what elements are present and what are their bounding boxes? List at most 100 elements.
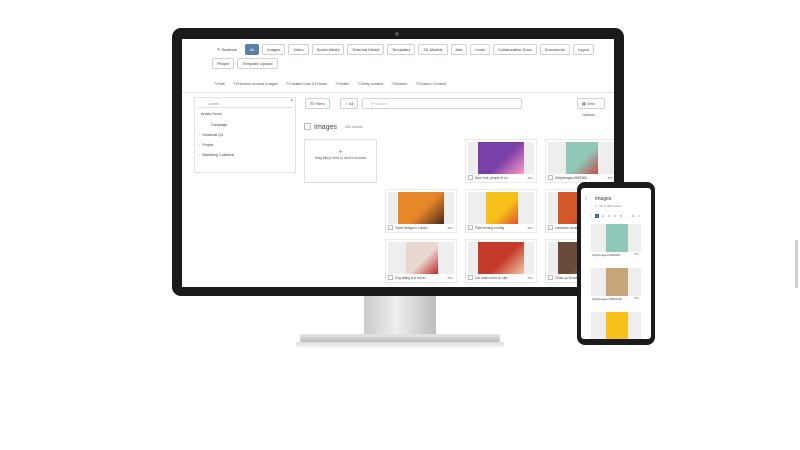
back-arrow-icon[interactable]: ‹ [585, 196, 587, 202]
tab-social-media[interactable]: Social Media [311, 44, 345, 55]
phone-title: Images [595, 196, 612, 202]
page-number-button[interactable]: 4 [613, 214, 617, 218]
asset-checkbox[interactable] [468, 225, 473, 230]
page-number-button[interactable]: ... [625, 214, 629, 218]
asset-checkbox[interactable] [468, 275, 473, 280]
quick-filter-custom[interactable]: Custom Content [415, 81, 446, 86]
page-number-button[interactable]: 1 [595, 214, 599, 218]
labels-sidebar: Labels × Arvato Demo Campaign › Seasonal … [194, 97, 296, 173]
asset-checkbox[interactable] [388, 225, 393, 230]
tab-template-upload[interactable]: Template Upload [237, 58, 278, 69]
upload-dropzone[interactable]: + Drag file(s) here or click to browse [304, 139, 377, 183]
sidebar-item-seasonal-q4[interactable]: › Seasonal Q4 [199, 133, 223, 137]
phone-asset-card[interactable] [591, 312, 641, 339]
page-number-button[interactable]: 2 [601, 214, 605, 218]
asset-search-input[interactable]: ⚲ Search [362, 98, 522, 109]
view-options-button[interactable]: ▦ View Options [577, 98, 605, 117]
quick-filter-women[interactable]: Women [391, 81, 407, 86]
asset-thumbnail[interactable] [548, 142, 614, 174]
asset-card[interactable]: Car motion blur on city... JPG [465, 239, 537, 283]
close-icon[interactable]: × [290, 98, 293, 104]
sidebar-item-campaign[interactable]: Campaign [211, 123, 227, 127]
asset-caption: GettyImages-5949369... [548, 175, 614, 180]
tab-all[interactable]: All [244, 44, 260, 55]
phone-asset-thumbnail[interactable] [591, 312, 641, 339]
monitor-stand-neck [364, 296, 436, 336]
tab-external-media[interactable]: External Media [347, 44, 385, 55]
sidebar-item-label: Marketing Collateral [202, 153, 235, 157]
tab-3d-models[interactable]: 3D Models [418, 44, 448, 55]
page-scrollbar[interactable] [795, 240, 798, 288]
asset-image [398, 192, 444, 224]
phone-device: ‹ Images 1 - 50 of 484 Assets <1 2 3 4 5... 9… [577, 182, 655, 345]
prev-page-button[interactable]: < [589, 214, 593, 218]
all-select-button[interactable]: ✓ All [340, 98, 359, 109]
tab-ads[interactable]: Ads [450, 44, 468, 55]
asset-checkbox[interactable] [548, 275, 553, 280]
phone-asset-card[interactable]: GettyImages-5949369... JPG [591, 224, 641, 260]
next-page-button[interactable]: > [637, 214, 641, 218]
asset-caption-text: GettyImages-5949369... [555, 176, 590, 180]
asset-caption: New York, people in Le... [468, 175, 536, 180]
file-type-badge: JPG [527, 176, 533, 180]
file-type-badge: JPG [447, 276, 453, 280]
page-number-button[interactable]: 5 [619, 214, 623, 218]
asset-card[interactable]: Pipe forming a tubby JPG [465, 189, 537, 233]
tab-people[interactable]: People [212, 58, 235, 69]
filters-label: Filters [314, 102, 325, 106]
quick-filter-health[interactable]: Health [335, 81, 349, 86]
asset-checkbox[interactable] [388, 275, 393, 280]
tab-logos[interactable]: Logos [572, 44, 594, 55]
header-divider [182, 92, 614, 93]
phone-asset-thumbnail[interactable] [591, 268, 641, 296]
asset-checkbox[interactable] [548, 225, 553, 230]
asset-toolbar: ☰ Filters ✓ All ⚲ Search ▦ View Options [305, 98, 605, 117]
quick-filter-pets[interactable]: Pets [214, 81, 225, 86]
upload-hint: Drag file(s) here or click to browse [314, 156, 367, 160]
quick-filter-row: Pets Premium Access Images Created Last … [214, 81, 446, 86]
asset-checkbox[interactable] [468, 175, 473, 180]
asset-card[interactable]: GettyImages-5949369... JPG [545, 139, 614, 183]
images-heading: Images [304, 123, 337, 131]
asset-checkbox[interactable] [548, 175, 553, 180]
sidebar-item-marketing-collateral[interactable]: › Marketing Collateral [199, 153, 234, 157]
phone-screen: ‹ Images 1 - 50 of 484 Assets <1 2 3 4 5... 9… [581, 188, 651, 339]
quick-filter-premium[interactable]: Premium Access Images [233, 81, 278, 86]
chevron-right-icon[interactable]: › [199, 153, 200, 157]
sidebar-item-label: Project [202, 143, 214, 147]
file-type-badge: JPG [527, 276, 533, 280]
asset-card[interactable]: Dog sitting in a red ar... JPG [385, 239, 457, 283]
asset-thumbnail[interactable] [388, 242, 454, 274]
quick-filter-last-24h[interactable]: Created Last 24 Hours [286, 81, 327, 86]
filters-button[interactable]: ☰ Filters [305, 98, 330, 109]
asset-image [478, 242, 524, 274]
asset-thumbnail[interactable] [468, 192, 534, 224]
tab-templates[interactable]: Templates [387, 44, 416, 55]
tab-collaborative-docs[interactable]: Collaborative Docs [492, 44, 537, 55]
chevron-right-icon[interactable]: › [199, 143, 200, 147]
asset-card[interactable]: Tower Bridge in Londo... JPG [385, 189, 457, 233]
page-number-button[interactable]: 3 [607, 214, 611, 218]
asset-thumbnail[interactable] [388, 192, 454, 224]
chevron-right-icon[interactable]: › [199, 133, 200, 137]
tab-documents[interactable]: Documents [539, 44, 570, 55]
sections-row: ✎ Sections All Images Video Social Media… [212, 44, 610, 69]
asset-thumbnail[interactable] [468, 242, 534, 274]
sections-toggle-button[interactable]: ✎ Sections [212, 44, 242, 55]
monitor: ✎ Sections All Images Video Social Media… [172, 28, 624, 296]
sidebar-item-arvato-demo[interactable]: Arvato Demo [201, 112, 222, 116]
page-number-button[interactable]: 9 [631, 214, 635, 218]
phone-asset-card[interactable]: GettyImages-FAB23425 JPG [591, 268, 641, 304]
select-all-checkbox[interactable] [304, 123, 311, 130]
tab-icons[interactable]: Icons [470, 44, 490, 55]
asset-caption-text: New York, people in Le... [475, 176, 511, 180]
sidebar-item-project[interactable]: › Project [199, 143, 213, 147]
asset-thumbnail[interactable] [468, 142, 534, 174]
tab-images[interactable]: Images [262, 44, 286, 55]
phone-asset-thumbnail[interactable] [591, 224, 641, 252]
label-search-input[interactable]: Labels [198, 101, 292, 108]
asset-card[interactable]: New York, people in Le... JPG [465, 139, 537, 183]
file-type-badge: JPG [447, 226, 453, 230]
tab-video[interactable]: Video [288, 44, 309, 55]
quick-filter-getty[interactable]: Getty content [357, 81, 384, 86]
